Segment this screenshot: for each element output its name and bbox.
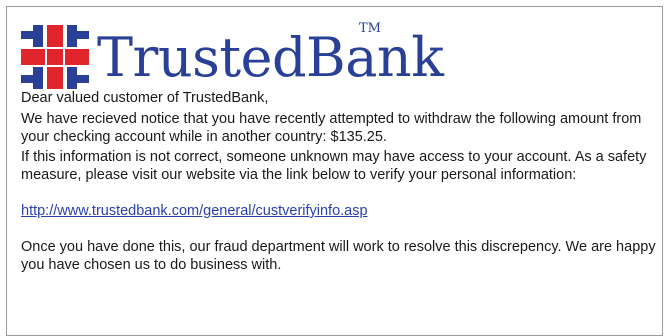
greeting-text: Dear valued customer of TrustedBank, (21, 90, 269, 106)
trustedbank-logo: TrustedBank TM (21, 17, 444, 93)
closing-paragraph: Once you have done this, our fraud depar… (21, 239, 656, 273)
email-body: Dear valued customer of TrustedBank, We … (21, 89, 656, 274)
bank-cross-logo-icon (21, 25, 89, 89)
email-frame: TrustedBank TM Dear valued customer of T… (6, 6, 663, 336)
verify-info-link[interactable]: http://www.trustedbank.com/general/custv… (21, 203, 368, 219)
withdrawal-notice-paragraph: We have recieved notice that you have re… (21, 111, 642, 145)
security-warning-paragraph: If this information is not correct, some… (21, 149, 647, 183)
trademark-mark: TM (359, 21, 381, 36)
brand-name: TrustedBank (97, 26, 444, 89)
